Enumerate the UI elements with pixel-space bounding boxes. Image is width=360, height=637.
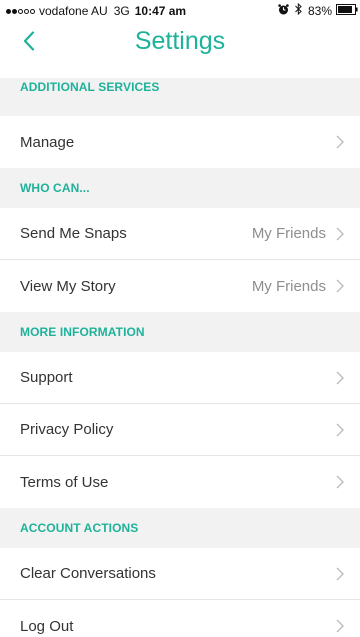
row-label: Send Me Snaps	[20, 225, 127, 242]
section-header-account-actions: ACCOUNT ACTIONS	[0, 508, 360, 548]
battery-icon	[336, 3, 358, 18]
chevron-right-icon	[336, 567, 344, 580]
signal-strength-icon	[6, 8, 36, 14]
chevron-right-icon	[336, 227, 344, 240]
settings-list: ADDITIONAL SERVICES Manage WHO CAN... Se…	[0, 78, 360, 637]
row-value: My Friends	[251, 225, 326, 242]
settings-screen: vodafone AU 3G 10:47 am 83% Settings ADD…	[0, 0, 360, 637]
row-label: View My Story	[20, 277, 116, 295]
chevron-right-icon	[336, 423, 344, 436]
battery-percentage: 83%	[307, 3, 332, 18]
row-log-out[interactable]: Log Out	[0, 600, 360, 637]
alarm-icon	[278, 3, 289, 18]
row-send-me-snaps[interactable]: Send Me Snaps My Friends	[0, 208, 360, 260]
row-label: Clear Conversations	[20, 565, 156, 582]
row-label: Manage	[20, 133, 75, 151]
section-header-who-can: WHO CAN...	[0, 168, 360, 208]
row-view-my-story[interactable]: View My Story My Friends	[0, 260, 360, 312]
row-label: Terms of Use	[20, 473, 109, 491]
row-value: My Friends	[251, 277, 326, 295]
carrier-name: vodafone AU	[39, 4, 108, 18]
row-privacy-policy[interactable]: Privacy Policy	[0, 404, 360, 456]
row-manage[interactable]: Manage	[0, 116, 360, 168]
row-support[interactable]: Support	[0, 352, 360, 404]
section-header-additional-services: ADDITIONAL SERVICES	[0, 78, 360, 116]
navigation-bar: Settings	[0, 20, 360, 78]
bluetooth-icon	[295, 2, 302, 18]
status-right: 83%	[278, 2, 358, 18]
chevron-right-icon	[336, 279, 344, 293]
row-terms-of-use[interactable]: Terms of Use	[0, 456, 360, 508]
section-header-more-information: MORE INFORMATION	[0, 312, 360, 352]
row-clear-conversations[interactable]: Clear Conversations	[0, 548, 360, 600]
row-label: Privacy Policy	[20, 421, 114, 438]
row-label: Support	[20, 369, 73, 386]
status-left: vodafone AU 3G 10:47 am	[6, 4, 186, 18]
network-type: 3G	[113, 4, 130, 18]
status-time: 10:47 am	[134, 4, 187, 18]
page-title: Settings	[134, 27, 226, 55]
status-bar: vodafone AU 3G 10:47 am 83%	[0, 0, 360, 20]
chevron-right-icon	[336, 619, 344, 633]
chevron-right-icon	[336, 475, 344, 489]
row-label: Log Out	[20, 617, 74, 635]
chevron-right-icon	[336, 371, 344, 384]
chevron-right-icon	[336, 135, 344, 149]
